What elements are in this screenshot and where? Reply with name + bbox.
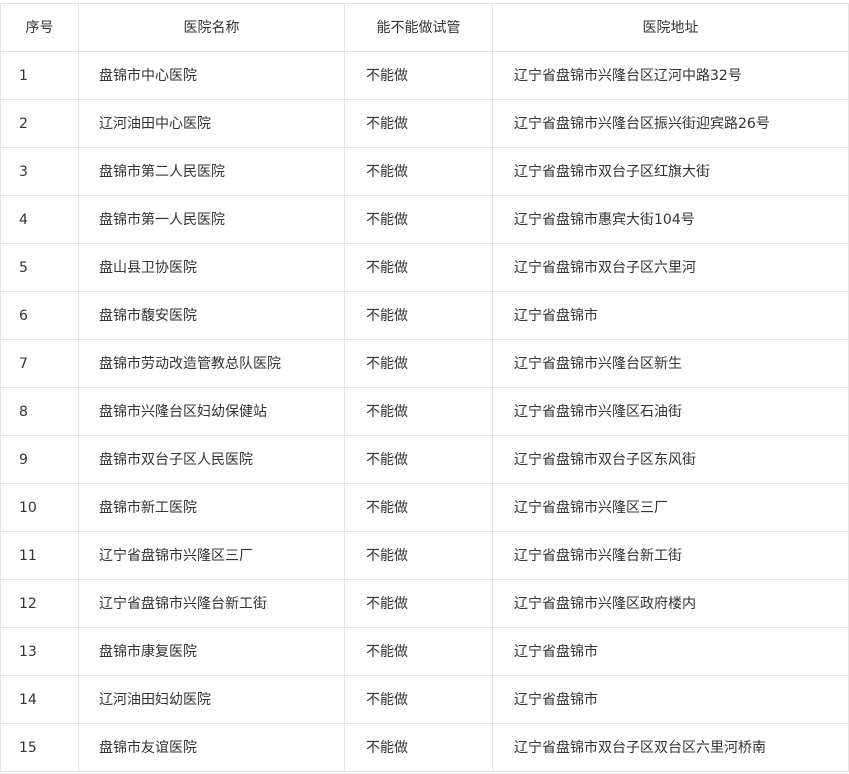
cell-hospital-address: 辽宁省盘锦市双台子区双台区六里河桥南: [492, 723, 849, 772]
header-hospital-name: 医院名称: [78, 3, 345, 52]
cell-hospital-name: 辽宁省盘锦市兴隆台新工街: [78, 579, 345, 628]
hospital-table-container: 序号 医院名称 能不能做试管 医院地址 1 盘锦市中心医院 不能做 辽宁省盘锦市兴隆台…: [0, 3, 849, 772]
cell-hospital-name: 盘锦市馥安医院: [78, 291, 345, 340]
cell-hospital-name: 盘山县卫协医院: [78, 243, 345, 292]
cell-hospital-address: 辽宁省盘锦市兴隆台区辽河中路32号: [492, 51, 849, 100]
cell-index: 9: [0, 435, 79, 484]
cell-ivf-available: 不能做: [344, 579, 493, 628]
table-body: 1 盘锦市中心医院 不能做 辽宁省盘锦市兴隆台区辽河中路32号 2 辽河油田中心医院 不能做…: [0, 51, 849, 772]
table-row: 9 盘锦市双台子区人民医院 不能做 辽宁省盘锦市双台子区东风街: [0, 435, 849, 484]
table-row: 6 盘锦市馥安医院 不能做 辽宁省盘锦市: [0, 291, 849, 340]
cell-index: 8: [0, 387, 79, 436]
cell-index: 4: [0, 195, 79, 244]
cell-hospital-address: 辽宁省盘锦市兴隆区三厂: [492, 483, 849, 532]
table-row: 1 盘锦市中心医院 不能做 辽宁省盘锦市兴隆台区辽河中路32号: [0, 51, 849, 100]
cell-hospital-name: 辽河油田妇幼医院: [78, 675, 345, 724]
cell-hospital-address: 辽宁省盘锦市兴隆台区振兴街迎宾路26号: [492, 99, 849, 148]
cell-hospital-address: 辽宁省盘锦市兴隆区石油街: [492, 387, 849, 436]
cell-hospital-name: 盘锦市新工医院: [78, 483, 345, 532]
cell-hospital-address: 辽宁省盘锦市兴隆台新工街: [492, 531, 849, 580]
cell-ivf-available: 不能做: [344, 723, 493, 772]
cell-index: 5: [0, 243, 79, 292]
table-row: 11 辽宁省盘锦市兴隆区三厂 不能做 辽宁省盘锦市兴隆台新工街: [0, 531, 849, 580]
cell-index: 15: [0, 723, 79, 772]
cell-ivf-available: 不能做: [344, 195, 493, 244]
cell-index: 14: [0, 675, 79, 724]
header-index: 序号: [0, 3, 79, 52]
cell-index: 1: [0, 51, 79, 100]
cell-hospital-name: 盘锦市第二人民医院: [78, 147, 345, 196]
cell-hospital-name: 盘锦市康复医院: [78, 627, 345, 676]
hospital-table: 序号 医院名称 能不能做试管 医院地址 1 盘锦市中心医院 不能做 辽宁省盘锦市兴隆台…: [0, 3, 849, 772]
cell-hospital-address: 辽宁省盘锦市惠宾大街104号: [492, 195, 849, 244]
cell-index: 10: [0, 483, 79, 532]
cell-ivf-available: 不能做: [344, 99, 493, 148]
table-row: 3 盘锦市第二人民医院 不能做 辽宁省盘锦市双台子区红旗大街: [0, 147, 849, 196]
header-row: 序号 医院名称 能不能做试管 医院地址: [0, 3, 849, 52]
cell-ivf-available: 不能做: [344, 531, 493, 580]
cell-hospital-address: 辽宁省盘锦市: [492, 291, 849, 340]
cell-hospital-address: 辽宁省盘锦市: [492, 675, 849, 724]
table-row: 5 盘山县卫协医院 不能做 辽宁省盘锦市双台子区六里河: [0, 243, 849, 292]
table-row: 10 盘锦市新工医院 不能做 辽宁省盘锦市兴隆区三厂: [0, 483, 849, 532]
cell-ivf-available: 不能做: [344, 243, 493, 292]
cell-hospital-name: 辽河油田中心医院: [78, 99, 345, 148]
cell-ivf-available: 不能做: [344, 51, 493, 100]
cell-hospital-address: 辽宁省盘锦市双台子区红旗大街: [492, 147, 849, 196]
cell-hospital-name: 盘锦市第一人民医院: [78, 195, 345, 244]
cell-hospital-name: 盘锦市双台子区人民医院: [78, 435, 345, 484]
cell-ivf-available: 不能做: [344, 339, 493, 388]
cell-index: 2: [0, 99, 79, 148]
table-row: 2 辽河油田中心医院 不能做 辽宁省盘锦市兴隆台区振兴街迎宾路26号: [0, 99, 849, 148]
cell-hospital-name: 盘锦市兴隆台区妇幼保健站: [78, 387, 345, 436]
cell-index: 11: [0, 531, 79, 580]
cell-ivf-available: 不能做: [344, 291, 493, 340]
cell-ivf-available: 不能做: [344, 435, 493, 484]
cell-ivf-available: 不能做: [344, 147, 493, 196]
header-ivf-available: 能不能做试管: [344, 3, 493, 52]
table-row: 15 盘锦市友谊医院 不能做 辽宁省盘锦市双台子区双台区六里河桥南: [0, 723, 849, 772]
cell-ivf-available: 不能做: [344, 387, 493, 436]
cell-hospital-name: 盘锦市中心医院: [78, 51, 345, 100]
table-row: 8 盘锦市兴隆台区妇幼保健站 不能做 辽宁省盘锦市兴隆区石油街: [0, 387, 849, 436]
cell-hospital-name: 辽宁省盘锦市兴隆区三厂: [78, 531, 345, 580]
cell-hospital-address: 辽宁省盘锦市兴隆台区新生: [492, 339, 849, 388]
cell-index: 6: [0, 291, 79, 340]
cell-index: 12: [0, 579, 79, 628]
cell-index: 7: [0, 339, 79, 388]
header-hospital-address: 医院地址: [492, 3, 849, 52]
table-row: 14 辽河油田妇幼医院 不能做 辽宁省盘锦市: [0, 675, 849, 724]
cell-ivf-available: 不能做: [344, 627, 493, 676]
cell-hospital-name: 盘锦市友谊医院: [78, 723, 345, 772]
cell-ivf-available: 不能做: [344, 675, 493, 724]
table-row: 13 盘锦市康复医院 不能做 辽宁省盘锦市: [0, 627, 849, 676]
table-row: 7 盘锦市劳动改造管教总队医院 不能做 辽宁省盘锦市兴隆台区新生: [0, 339, 849, 388]
table-row: 12 辽宁省盘锦市兴隆台新工街 不能做 辽宁省盘锦市兴隆区政府楼内: [0, 579, 849, 628]
cell-ivf-available: 不能做: [344, 483, 493, 532]
cell-hospital-address: 辽宁省盘锦市兴隆区政府楼内: [492, 579, 849, 628]
cell-hospital-address: 辽宁省盘锦市双台子区东风街: [492, 435, 849, 484]
cell-hospital-address: 辽宁省盘锦市: [492, 627, 849, 676]
cell-index: 13: [0, 627, 79, 676]
table-header: 序号 医院名称 能不能做试管 医院地址: [0, 3, 849, 52]
cell-hospital-name: 盘锦市劳动改造管教总队医院: [78, 339, 345, 388]
cell-index: 3: [0, 147, 79, 196]
cell-hospital-address: 辽宁省盘锦市双台子区六里河: [492, 243, 849, 292]
table-row: 4 盘锦市第一人民医院 不能做 辽宁省盘锦市惠宾大街104号: [0, 195, 849, 244]
